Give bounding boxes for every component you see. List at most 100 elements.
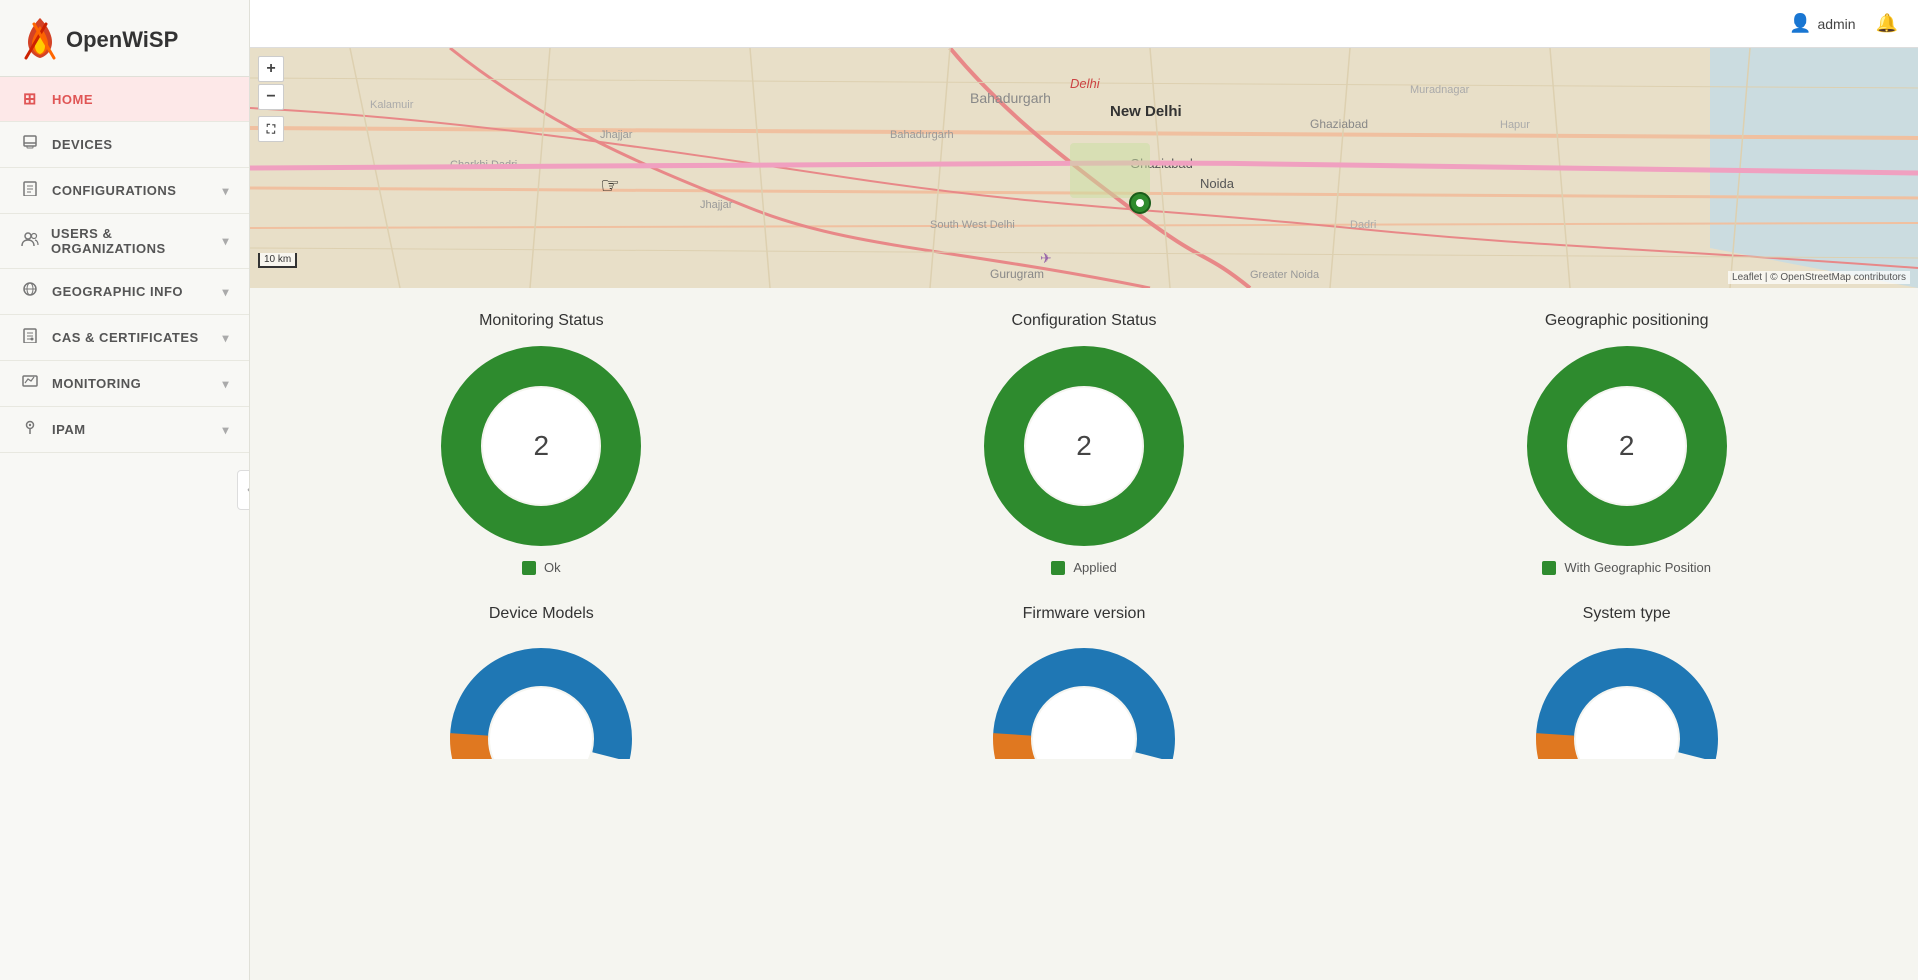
donut-firmware (984, 639, 1184, 759)
users-icon (20, 231, 39, 252)
nav-users-orgs[interactable]: USERS & ORGANIZATIONS ▾ (0, 214, 249, 269)
nav-geographic[interactable]: GEOGRAPHIC INFO ▾ (0, 269, 249, 315)
config-legend-dot (1051, 561, 1065, 575)
nav-cas[interactable]: CAS & CERTIFICATES ▾ (0, 315, 249, 361)
svg-text:New Delhi: New Delhi (1110, 103, 1182, 120)
chart-config-status: Configuration Status 2 (100%) 2 Applied (823, 312, 1346, 575)
cas-chevron: ▾ (222, 331, 229, 345)
chart-device-models: Device Models (280, 605, 803, 759)
geographic-icon (20, 281, 40, 302)
svg-text:Delhi: Delhi (1070, 76, 1101, 91)
svg-text:Noida: Noida (1200, 176, 1235, 191)
nav-cas-label: CAS & CERTIFICATES (52, 330, 199, 345)
svg-text:2: 2 (538, 395, 545, 409)
nav-devices[interactable]: DEVICES (0, 122, 249, 168)
svg-text:(100%): (100%) (525, 412, 557, 423)
chart-geo-position: Geographic positioning 2 (100%) 2 With G… (1365, 312, 1888, 575)
donut-config: 2 (100%) 2 (984, 346, 1184, 546)
nav-users-label: USERS & ORGANIZATIONS (51, 226, 222, 256)
geographic-chevron: ▾ (222, 285, 229, 299)
svg-text:Greater Noida: Greater Noida (1250, 269, 1320, 281)
chart-monitoring-legend: Ok (522, 560, 561, 575)
geo-legend-dot (1542, 561, 1556, 575)
charts-row-2: Device Models Firmware version System ty… (280, 605, 1888, 759)
chart-system-type: System type (1365, 605, 1888, 759)
nav-ipam[interactable]: IPAM ▾ (0, 407, 249, 453)
user-icon: 👤 (1789, 13, 1811, 34)
chart-system-type-title: System type (1583, 605, 1671, 623)
map-scale: 10 km (258, 253, 297, 268)
sidebar: OpenWiSP ⊞ HOME DEVICES CONFIGURATIONS ▾ (0, 0, 250, 980)
monitoring-chevron: ▾ (222, 377, 229, 391)
nav-monitoring[interactable]: MONITORING ▾ (0, 361, 249, 407)
svg-text:2: 2 (1081, 395, 1088, 409)
home-icon: ⊞ (20, 89, 40, 109)
map-zoom-in-button[interactable]: + (258, 56, 284, 82)
svg-text:Ghaziabad: Ghaziabad (1310, 117, 1368, 131)
svg-text:South West Delhi: South West Delhi (930, 219, 1015, 231)
donut-geo-value: 2 (1619, 430, 1635, 462)
donut-config-value: 2 (1076, 430, 1092, 462)
monitoring-legend-label: Ok (544, 560, 561, 575)
nav-configurations-label: CONFIGURATIONS (52, 183, 176, 198)
geo-legend-label: With Geographic Position (1564, 560, 1711, 575)
svg-text:Kalamuir: Kalamuir (370, 99, 414, 111)
svg-text:Muradnagar: Muradnagar (1410, 84, 1470, 96)
nav-ipam-label: IPAM (52, 422, 86, 437)
svg-text:(100%): (100%) (1068, 412, 1100, 423)
configurations-chevron: ▾ (222, 184, 229, 198)
app-logo[interactable]: OpenWiSP (20, 16, 229, 64)
map-attribution: Leaflet | © OpenStreetMap contributors (1728, 271, 1910, 284)
nav-monitoring-label: MONITORING (52, 376, 141, 391)
charts-area: Monitoring Status 2 (100%) 2 Ok (250, 288, 1918, 783)
chart-config-title: Configuration Status (1012, 312, 1157, 330)
chart-device-models-title: Device Models (489, 605, 594, 623)
donut-geo: 2 (100%) 2 (1527, 346, 1727, 546)
ipam-icon (20, 419, 40, 440)
donut-monitoring: 2 (100%) 2 (441, 346, 641, 546)
svg-text:2: 2 (1623, 395, 1630, 409)
monitoring-legend-dot (522, 561, 536, 575)
topbar-username: admin (1817, 16, 1855, 32)
nav-configurations[interactable]: CONFIGURATIONS ▾ (0, 168, 249, 214)
svg-text:(100%): (100%) (1611, 412, 1643, 423)
chart-geo-title: Geographic positioning (1545, 312, 1709, 330)
users-chevron: ▾ (222, 234, 229, 248)
config-legend-label: Applied (1073, 560, 1116, 575)
chart-config-legend: Applied (1051, 560, 1116, 575)
donut-monitoring-value: 2 (534, 430, 550, 462)
svg-text:Bahadurgarh: Bahadurgarh (890, 129, 954, 141)
charts-row-1: Monitoring Status 2 (100%) 2 Ok (280, 312, 1888, 575)
monitoring-icon (20, 373, 40, 394)
chart-monitoring-status: Monitoring Status 2 (100%) 2 Ok (280, 312, 803, 575)
chart-firmware: Firmware version (823, 605, 1346, 759)
svg-text:✈: ✈ (1040, 250, 1052, 266)
chart-monitoring-title: Monitoring Status (479, 312, 604, 330)
logo-area: OpenWiSP (0, 0, 249, 77)
sidebar-collapse-button[interactable]: ‹ (237, 470, 250, 510)
svg-text:Dadri: Dadri (1350, 219, 1376, 231)
map-fullscreen-button[interactable]: ⛶ (258, 116, 284, 142)
topbar: 👤 admin 🔔 (250, 0, 1918, 48)
map-zoom-out-button[interactable]: − (258, 84, 284, 110)
notification-bell-icon[interactable]: 🔔 (1876, 13, 1898, 34)
devices-icon (20, 134, 40, 155)
nav-devices-label: DEVICES (52, 137, 113, 152)
topbar-user[interactable]: 👤 admin (1789, 13, 1856, 34)
chart-geo-legend: With Geographic Position (1542, 560, 1711, 575)
svg-text:Jhajjar: Jhajjar (700, 199, 733, 211)
ipam-chevron: ▾ (222, 423, 229, 437)
svg-text:Gurugram: Gurugram (990, 267, 1044, 281)
chart-firmware-title: Firmware version (1023, 605, 1146, 623)
main-content: 👤 admin 🔔 (250, 0, 1918, 980)
nav-geographic-label: GEOGRAPHIC INFO (52, 284, 183, 299)
svg-text:Bahadurgarh: Bahadurgarh (970, 90, 1051, 106)
map-controls: + − ⛶ (258, 56, 284, 142)
donut-system-type (1527, 639, 1727, 759)
map-container: Bahadurgarh Bahadurgarh Delhi New Delhi … (250, 48, 1918, 288)
donut-device-models (441, 639, 641, 759)
nav-home[interactable]: ⊞ HOME (0, 77, 249, 122)
svg-text:Hapur: Hapur (1500, 119, 1530, 131)
cas-icon (20, 327, 40, 348)
app-name: OpenWiSP (66, 27, 178, 53)
